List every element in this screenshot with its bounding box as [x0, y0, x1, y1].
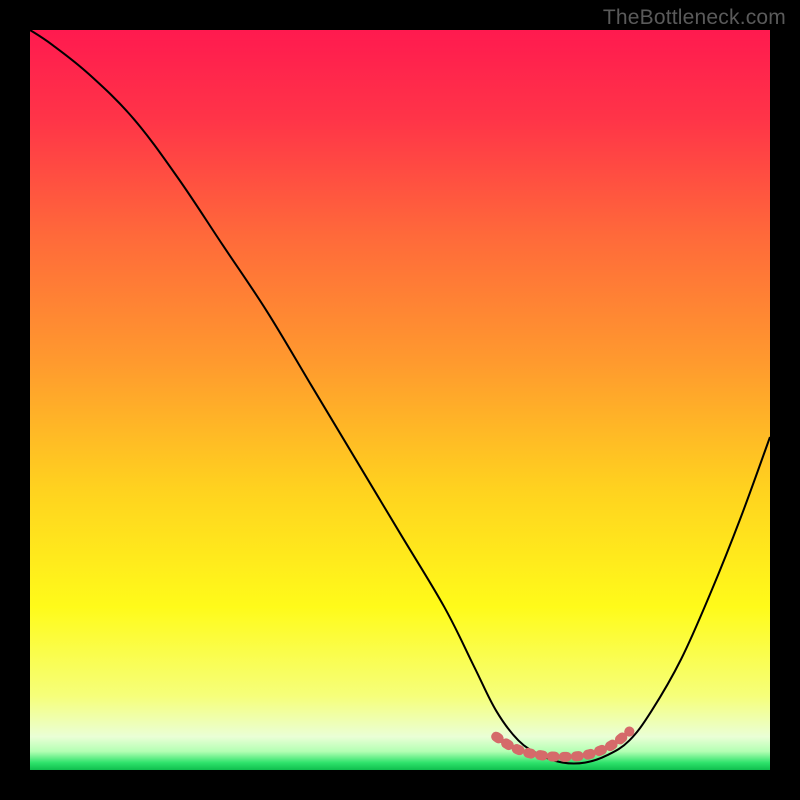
plot-area	[30, 30, 770, 770]
watermark-text: TheBottleneck.com	[603, 6, 786, 30]
chart-svg	[30, 30, 770, 770]
gradient-rect	[30, 30, 770, 770]
chart-stage: TheBottleneck.com	[0, 0, 800, 800]
